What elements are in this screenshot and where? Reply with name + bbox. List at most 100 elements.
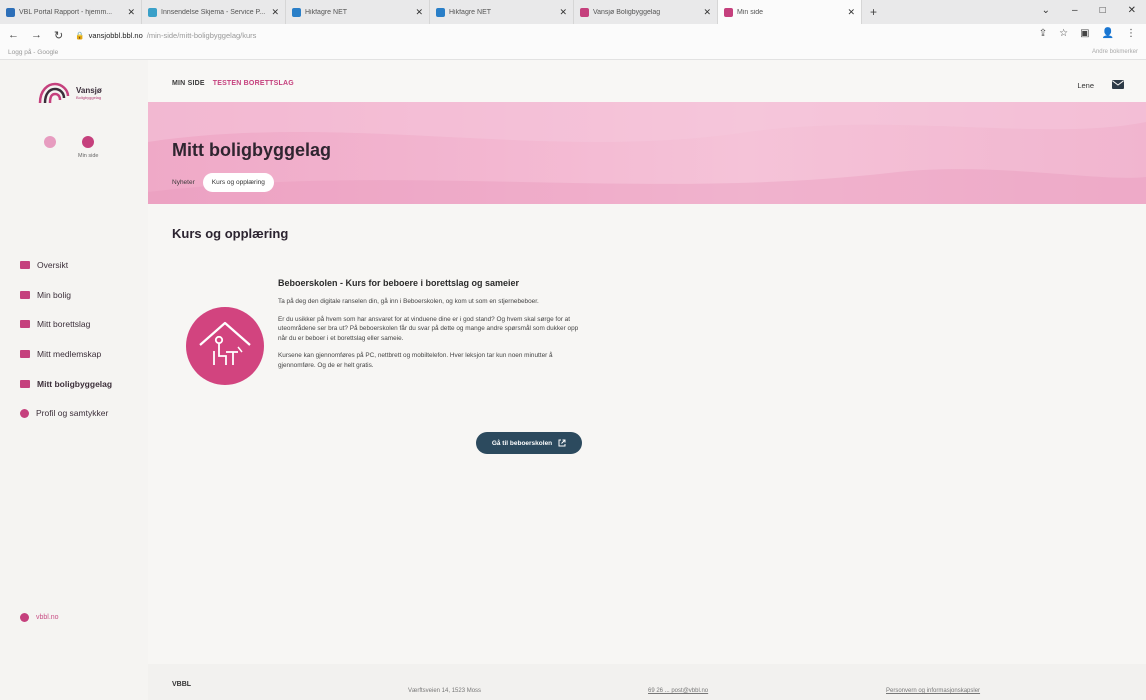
nav-link-borettslag[interactable]: TESTEN BORETTSLAG xyxy=(213,80,294,87)
browser-tab[interactable]: Vansjø Boligbyggelag ✕ xyxy=(574,0,718,24)
section-heading: Kurs og opplæring xyxy=(172,226,289,241)
profile-icon[interactable]: 👤 xyxy=(1102,28,1114,39)
sidebar-footer-link[interactable]: vbbl.no xyxy=(20,613,59,622)
tab-title: Vansjø Boligbyggelag xyxy=(593,8,661,16)
tab-favicon-icon xyxy=(580,7,589,17)
nav-link-min-side[interactable]: MIN SIDE xyxy=(172,80,205,87)
lock-icon: 🔒 xyxy=(75,30,85,40)
user-name[interactable]: Lene xyxy=(1077,81,1094,90)
back-icon[interactable]: ← xyxy=(8,29,19,42)
tab-title: Hikfagre NET xyxy=(305,8,348,16)
window-controls: ⌄ – □ ✕ xyxy=(1042,5,1136,16)
sidebar-toggle-icon[interactable]: ▣ xyxy=(1080,28,1089,39)
tab-favicon-icon xyxy=(724,7,733,17)
user-icon xyxy=(82,136,95,148)
sidebar-item-label: Mitt borettslag xyxy=(37,319,91,330)
external-link-icon xyxy=(558,439,566,447)
tab-kurs-og-opplaering[interactable]: Kurs og opplæring xyxy=(202,173,274,192)
url-host: vansjobbl.bbl.no xyxy=(88,30,143,40)
share-icon[interactable]: ⇪ xyxy=(1039,28,1047,39)
browser-toolbar-right: ⇪ ☆ ▣ 👤 ⋮ xyxy=(1039,28,1136,39)
tab-favicon-icon xyxy=(436,7,445,17)
footer-brand: VBBL xyxy=(172,681,192,688)
home-icon xyxy=(20,290,30,299)
sidebar-item-mitt-borettslag[interactable]: Mitt borettslag xyxy=(20,309,112,339)
tab-nyheter[interactable]: Nyheter xyxy=(172,179,195,186)
section-tabs: Nyheter Kurs og opplæring xyxy=(172,173,274,192)
mail-icon[interactable] xyxy=(1112,80,1124,89)
profile-icon xyxy=(20,408,29,418)
close-icon[interactable]: ✕ xyxy=(271,7,279,18)
sidebar-item-mitt-medlemskap[interactable]: Mitt medlemskap xyxy=(20,339,112,369)
tab-title: Hikfagre NET xyxy=(449,8,492,16)
course-paragraph: Er du usikker på hvem som har ansvaret f… xyxy=(278,315,579,342)
close-icon[interactable]: ✕ xyxy=(703,7,711,18)
url-field[interactable]: 🔒 vansjobbl.bbl.no/min-side/mitt-boligby… xyxy=(75,31,256,40)
sidebar-item-mitt-boligbyggelag[interactable]: Mitt boligbyggelag xyxy=(20,369,112,399)
office-icon xyxy=(20,379,30,388)
close-icon[interactable]: ✕ xyxy=(127,7,135,18)
sidebar-item-label: Oversikt xyxy=(37,259,69,270)
forward-icon[interactable]: → xyxy=(31,29,42,42)
browser-tab-bar: VBL Portal Rapport - hjemm... ✕ Innsende… xyxy=(0,0,1146,24)
browser-tab[interactable]: Innsendelse Skjema - Service P... ✕ xyxy=(142,0,286,24)
close-icon[interactable]: ✕ xyxy=(847,7,855,18)
tab-favicon-icon xyxy=(6,7,15,17)
close-icon[interactable]: ✕ xyxy=(415,7,423,18)
star-icon[interactable]: ☆ xyxy=(1059,28,1068,39)
browser-nav: ← → ↻ xyxy=(8,29,63,42)
sidebar-item-label: Mitt boligbyggelag xyxy=(37,378,113,389)
top-nav: MIN SIDE TESTEN BORETTSLAG Lene xyxy=(148,60,1146,102)
hero-banner: Mitt boligbyggelag Nyheter Kurs og opplæ… xyxy=(148,102,1146,204)
logo-icon xyxy=(38,82,70,104)
new-tab-button[interactable]: + xyxy=(870,5,877,19)
sidebar-item-profil[interactable]: Profil og samtykker xyxy=(20,398,112,428)
sidebar-item-label: Mitt medlemskap xyxy=(37,348,102,359)
tab-favicon-icon xyxy=(292,7,301,17)
bookmarks-bar: Logg på - Google Andre bokmerker xyxy=(0,46,1146,60)
logo-text: Vansjø xyxy=(76,86,102,95)
footer-address: Værftsveien 14, 1523 Moss xyxy=(408,688,482,694)
tab-title: Min side xyxy=(737,8,764,16)
tab-favicon-icon xyxy=(148,7,157,17)
browser-tab-active[interactable]: Min side ✕ xyxy=(718,0,862,24)
logo[interactable]: Vansjø Boligbyggelag xyxy=(38,82,102,104)
quick-link[interactable] xyxy=(44,136,56,153)
page-footer: VBBL Værftsveien 14, 1523 Moss 69 26 ...… xyxy=(148,664,1146,700)
close-window-button[interactable]: ✕ xyxy=(1128,5,1136,16)
sidebar-menu: Oversikt Min bolig Mitt borettslag Mitt … xyxy=(20,250,112,428)
quick-link-min-side[interactable]: Min side xyxy=(78,136,98,159)
go-to-beboerskolen-button[interactable]: Gå til beboerskolen xyxy=(476,432,582,454)
page-title: Mitt boligbyggelag xyxy=(172,140,331,160)
sidebar-item-oversikt[interactable]: Oversikt xyxy=(20,250,112,280)
browser-tab[interactable]: VBL Portal Rapport - hjemm... ✕ xyxy=(0,0,142,24)
close-icon[interactable]: ✕ xyxy=(559,7,567,18)
sidebar-item-label: Min bolig xyxy=(37,289,72,300)
course-card: Beboerskolen - Kurs for beboere i borett… xyxy=(278,278,584,379)
maximize-button[interactable]: □ xyxy=(1100,5,1106,16)
reload-icon[interactable]: ↻ xyxy=(54,29,63,42)
button-label: Gå til beboerskolen xyxy=(491,439,553,447)
sidebar-item-min-bolig[interactable]: Min bolig xyxy=(20,280,112,310)
main-content: Kurs og opplæring Beboerskolen - Kurs fo… xyxy=(148,204,1146,664)
url-path: /min-side/mitt-boligbyggelag/kurs xyxy=(146,30,257,40)
browser-tab[interactable]: Hikfagre NET ✕ xyxy=(286,0,430,24)
chevron-down-icon[interactable]: ⌄ xyxy=(1042,5,1050,16)
quick-link-label: Min side xyxy=(78,153,99,159)
browser-tab[interactable]: Hikfagre NET ✕ xyxy=(430,0,574,24)
grid-icon xyxy=(20,260,30,269)
tab-title: VBL Portal Rapport - hjemm... xyxy=(19,8,113,16)
more-icon[interactable]: ⋮ xyxy=(1126,28,1136,39)
course-paragraph: Ta på deg den digitale ranselen din, gå … xyxy=(278,298,539,305)
card-icon xyxy=(20,349,30,358)
globe-icon xyxy=(20,613,29,622)
sidebar-item-label: Profil og samtykker xyxy=(36,408,109,419)
bookmark-item[interactable]: Logg på - Google xyxy=(8,49,58,56)
footer-privacy-link[interactable]: Personvern og informasjonskapsler xyxy=(886,688,980,694)
student-house-icon xyxy=(186,307,264,385)
minimize-button[interactable]: – xyxy=(1072,5,1078,16)
buildings-icon xyxy=(20,320,30,329)
other-bookmarks[interactable]: Andre bokmerker xyxy=(1092,49,1138,55)
footer-contact-link[interactable]: 69 26 ... post@vbbl.no xyxy=(648,688,708,694)
sidebar: Vansjø Boligbyggelag Min side Oversikt M… xyxy=(0,60,148,700)
